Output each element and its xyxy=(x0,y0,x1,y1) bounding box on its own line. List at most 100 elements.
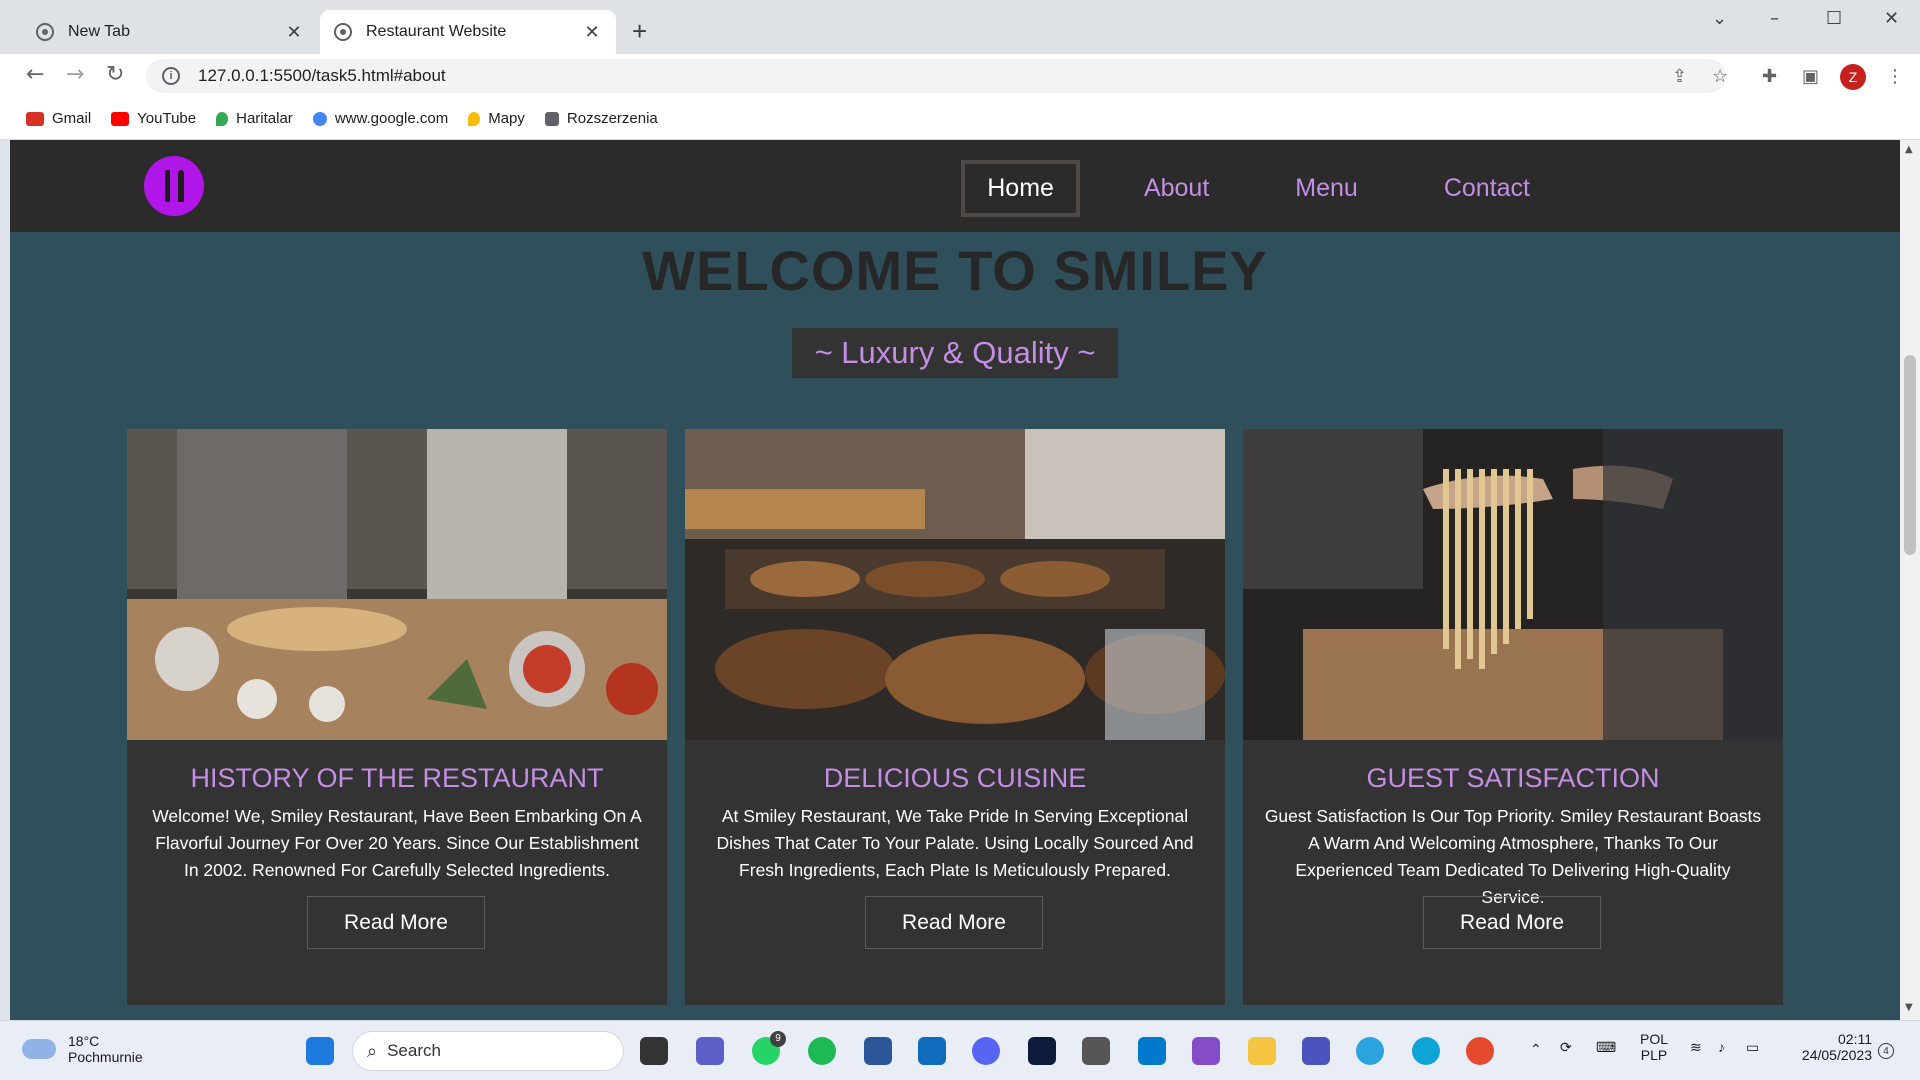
extension-puzzle-icon xyxy=(544,111,559,126)
bookmark-rozszerzenia[interactable]: Rozszerzenia xyxy=(544,110,658,127)
bookmark-gmail[interactable]: Gmail xyxy=(26,110,91,127)
close-window-icon[interactable]: ✕ xyxy=(1884,8,1899,29)
google-icon xyxy=(312,111,327,126)
clock-time: 02:11 xyxy=(1838,1031,1872,1047)
page-scrollbar[interactable]: ▲ ▼ xyxy=(1900,140,1920,1020)
visual-studio-icon[interactable] xyxy=(1192,1037,1220,1065)
file-explorer-icon[interactable] xyxy=(1248,1037,1276,1065)
read-more-button[interactable]: Read More xyxy=(307,896,485,949)
bookmark-label: Mapy xyxy=(488,110,525,127)
main-nav: Home About Menu Contact xyxy=(961,160,1552,217)
read-more-button[interactable]: Read More xyxy=(1423,896,1601,949)
tray-chevron-icon[interactable]: ⌃ xyxy=(1530,1041,1542,1058)
spotify-icon[interactable] xyxy=(808,1037,836,1065)
side-panel-icon[interactable]: ▣ xyxy=(1802,66,1819,87)
tab-title: Restaurant Website xyxy=(366,23,507,40)
share-icon[interactable]: ⇪ xyxy=(1672,66,1687,87)
site-info-icon[interactable]: i xyxy=(162,67,180,85)
card-text: Welcome! We, Smiley Restaurant, Have Bee… xyxy=(152,806,642,880)
scrollbar-thumb[interactable] xyxy=(1904,355,1916,555)
nav-contact-link[interactable]: Contact xyxy=(1422,162,1552,215)
card-title: GUEST SATISFACTION xyxy=(1366,763,1660,793)
bookmark-youtube[interactable]: YouTube xyxy=(111,110,196,127)
forward-arrow-icon[interactable]: → xyxy=(66,62,84,87)
chrome-menu-icon[interactable]: ⋮ xyxy=(1886,66,1904,87)
maps-pin-icon xyxy=(216,111,229,126)
volume-icon[interactable]: ♪ xyxy=(1718,1039,1725,1055)
tab-restaurant-website[interactable]: Restaurant Website ✕ xyxy=(320,10,616,54)
bookmark-haritalar[interactable]: Haritalar xyxy=(216,110,293,127)
discord-icon[interactable] xyxy=(972,1037,1000,1065)
bookmarks-bar: Gmail YouTube Haritalar www.google.com M… xyxy=(0,98,1920,140)
nav-menu-link[interactable]: Menu xyxy=(1273,162,1380,215)
bakery-photo xyxy=(685,429,1225,740)
chrome-taskbar-icon[interactable] xyxy=(1466,1037,1494,1065)
extensions-puzzle-icon[interactable]: ✚ xyxy=(1762,66,1777,87)
teams-icon[interactable] xyxy=(1302,1037,1330,1065)
cloud-icon xyxy=(22,1039,56,1059)
scroll-down-arrow-icon[interactable]: ▼ xyxy=(1905,1002,1913,1013)
pasta-photo xyxy=(1243,429,1783,740)
camera-icon[interactable] xyxy=(1082,1037,1110,1065)
wifi-icon[interactable]: ≋ xyxy=(1690,1039,1702,1056)
vscode-icon[interactable] xyxy=(1138,1037,1166,1065)
bookmark-google[interactable]: www.google.com xyxy=(312,110,449,127)
card-title: HISTORY OF THE RESTAURANT xyxy=(190,763,604,793)
search-icon: ⌕ xyxy=(367,1040,378,1061)
chat-icon[interactable] xyxy=(696,1037,724,1065)
logo-knife-blade xyxy=(178,170,184,202)
clock[interactable]: 02:11 24/05/2023 xyxy=(1782,1031,1872,1063)
whatsapp-badge: 9 xyxy=(770,1031,786,1047)
tab-close-icon[interactable]: ✕ xyxy=(582,22,602,43)
notepad-icon[interactable] xyxy=(864,1037,892,1065)
tab-close-icon[interactable]: ✕ xyxy=(284,22,304,43)
windows-start-icon[interactable] xyxy=(306,1037,334,1065)
bookmark-star-icon[interactable]: ☆ xyxy=(1712,66,1728,87)
minimize-icon[interactable]: – xyxy=(1770,8,1779,29)
weather-widget[interactable]: 18°C Pochmurnie xyxy=(22,1033,143,1065)
card-history: HISTORY OF THE RESTAURANT Welcome! We, S… xyxy=(127,429,667,1005)
fork-knife-logo-icon[interactable] xyxy=(144,156,204,216)
browser-tab-bar: New Tab ✕ Restaurant Website ✕ + ⌄ – ☐ ✕ xyxy=(0,0,1920,54)
task-view-icon[interactable] xyxy=(640,1037,668,1065)
reload-icon[interactable]: ↻ xyxy=(106,62,124,87)
back-arrow-icon[interactable]: ← xyxy=(26,62,44,87)
maximize-icon[interactable]: ☐ xyxy=(1826,8,1842,29)
tab-title: New Tab xyxy=(68,23,130,40)
globe-icon xyxy=(334,23,352,41)
chrome-icon xyxy=(36,23,54,41)
card-title: DELICIOUS CUISINE xyxy=(823,763,1087,793)
disney-plus-icon[interactable] xyxy=(1028,1037,1056,1065)
outlook-icon[interactable] xyxy=(918,1037,946,1065)
profile-avatar[interactable]: Z xyxy=(1840,64,1866,90)
search-label: Search xyxy=(387,1041,441,1060)
nav-about-link[interactable]: About xyxy=(1122,162,1231,215)
read-more-button[interactable]: Read More xyxy=(865,896,1043,949)
hero-title: WELCOME TO SMILEY xyxy=(642,239,1268,302)
bookmark-label: www.google.com xyxy=(334,110,449,127)
nav-home-link[interactable]: Home xyxy=(961,160,1080,217)
scroll-up-arrow-icon[interactable]: ▲ xyxy=(1905,144,1913,155)
tab-new-tab[interactable]: New Tab ✕ xyxy=(22,10,318,54)
card-text: At Smiley Restaurant, We Take Pride In S… xyxy=(716,806,1194,880)
gmail-icon xyxy=(26,111,44,126)
site-navbar: Home About Menu Contact xyxy=(10,140,1900,232)
language-indicator[interactable]: POL PLP xyxy=(1636,1031,1672,1063)
address-bar[interactable]: i 127.0.0.1:5500/task5.html#about xyxy=(146,59,1726,93)
clock-date: 24/05/2023 xyxy=(1801,1047,1872,1063)
taskbar-search-box[interactable]: ⌕ Search xyxy=(352,1031,624,1071)
tab-search-chevron-icon[interactable]: ⌄ xyxy=(1712,8,1727,29)
edge-icon[interactable] xyxy=(1412,1037,1440,1065)
tagline-badge: ~ Luxury & Quality ~ xyxy=(792,328,1118,378)
sync-icon[interactable]: ⟳ xyxy=(1560,1039,1572,1056)
browser-toolbar: ← → ↻ i 127.0.0.1:5500/task5.html#about … xyxy=(0,54,1920,98)
notification-count-badge[interactable]: 4 xyxy=(1878,1043,1894,1059)
new-tab-plus-icon[interactable]: + xyxy=(632,16,647,47)
lang-bottom: PLP xyxy=(1640,1047,1668,1063)
url-text: 127.0.0.1:5500/task5.html#about xyxy=(198,66,446,85)
weather-desc: Pochmurnie xyxy=(68,1049,143,1065)
battery-icon[interactable]: ▭ xyxy=(1746,1039,1759,1056)
keyboard-icon[interactable]: ⌨ xyxy=(1596,1039,1616,1056)
telegram-icon[interactable] xyxy=(1356,1037,1384,1065)
bookmark-mapy[interactable]: Mapy xyxy=(468,110,525,127)
